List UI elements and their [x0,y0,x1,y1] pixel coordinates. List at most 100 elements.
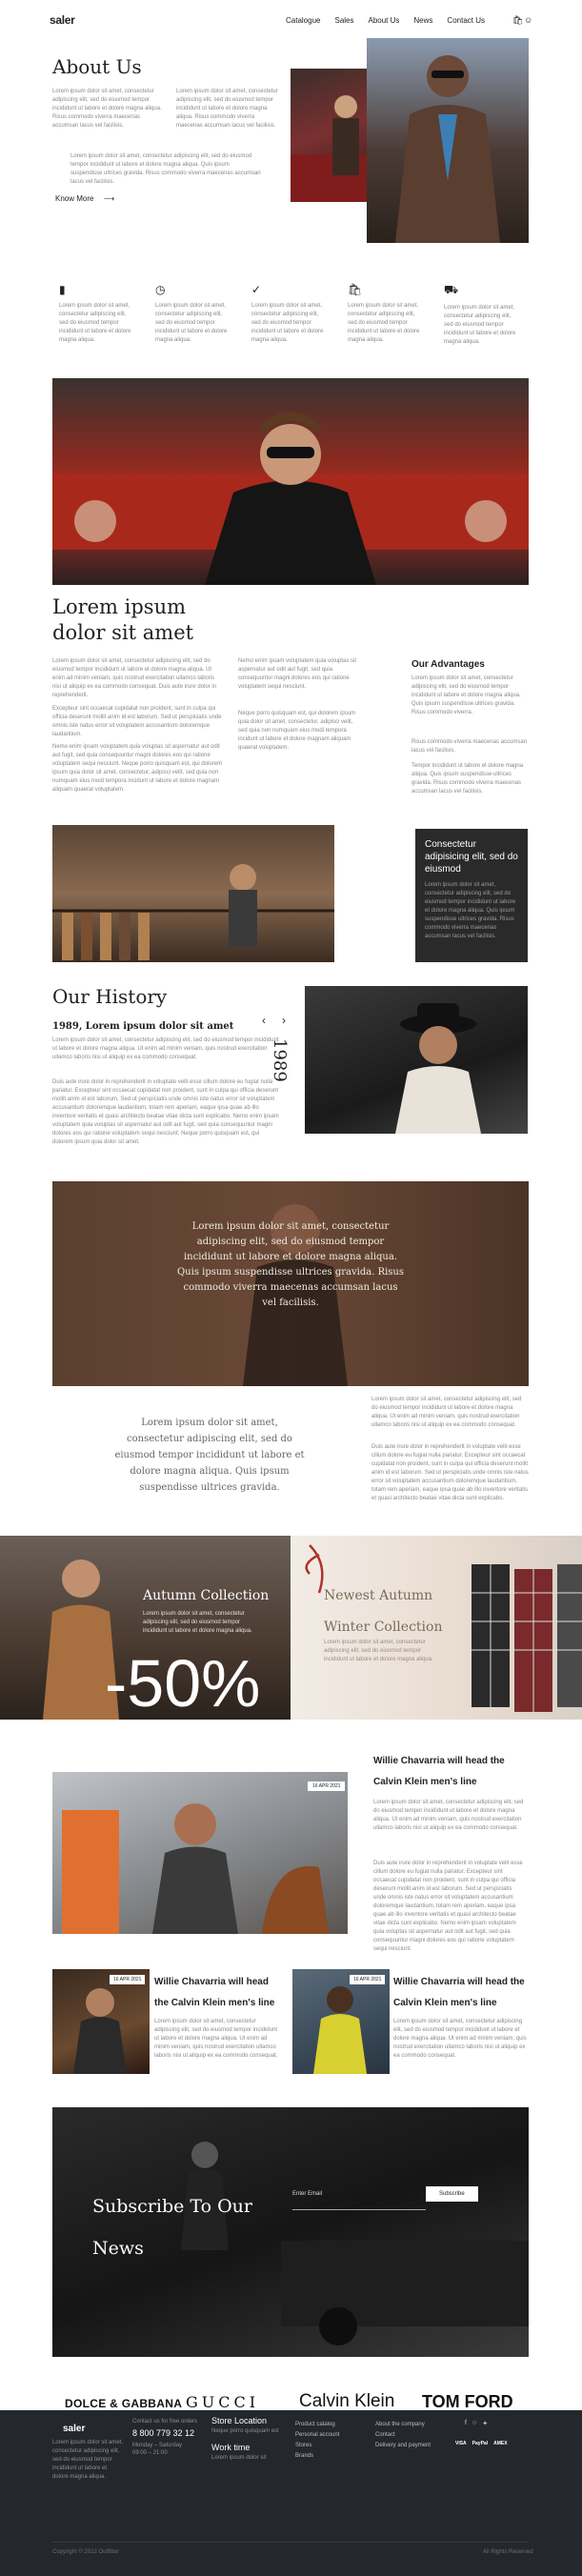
quote-right-p2: Duis aute irure dolor in reprehenderit i… [371,1444,529,1501]
footer-link-contact[interactable]: Contact [375,2430,431,2441]
winter-text: Lorem ipsum dolor sit amet, consectetur … [324,1640,433,1662]
news-card-text: Lorem ipsum dolor sit amet, consectetur … [154,2019,278,2059]
visa-icon: VISA [455,2441,467,2446]
site-footer: saler Lorem ipsum dolor sit amet, consec… [0,2410,582,2576]
brand-gucci[interactable]: GUCCI [186,2393,259,2411]
main-nav: Catalogue Sales About Us News Contact Us [286,16,485,25]
quote-banner: Lorem ipsum dolor sit amet, consectetur … [52,1181,529,1386]
social-icons: f ○ ✦ [465,2420,488,2427]
footer-link-brands[interactable]: Brands [295,2451,339,2462]
winter-collection-banner[interactable]: Newest Autumn Winter Collection Lorem ip… [291,1536,582,1720]
autumn-title: Autumn Collection [143,1588,270,1603]
news-card-date: 16 APR 2021 [350,1975,386,1984]
nav-news[interactable]: News [413,16,432,25]
history-subtitle: 1989, Lorem ipsum dolor sit amet [52,1021,234,1032]
brand-dolce-gabbana[interactable]: DOLCE & GABBANA [65,2397,182,2410]
quote-right-p1: Lorem ipsum dolor sit amet, consectetur … [371,1397,522,1428]
about-title: About Us [52,55,142,78]
news-card-title[interactable]: Willie Chavarria will head the Calvin Kl… [154,1972,283,2014]
logo[interactable]: saler [50,13,75,27]
badge-icon: ✓ [251,283,262,296]
lorem-col2-p2: Neque porro quisquam est, qui dolorem ip… [238,711,356,751]
know-more-label: Know More [55,194,94,203]
nav-catalogue[interactable]: Catalogue [286,16,320,25]
bag-icon[interactable]: 🛍 [512,15,523,26]
news-main-photo[interactable]: 16 APR 2021 [52,1772,348,1934]
winter-title-2: Winter Collection [324,1620,443,1635]
about-photo-coat [367,38,529,243]
nav-contact-us[interactable]: Contact Us [447,16,485,25]
footer-links-1: Product catalog Personal account Stores … [295,2420,339,2462]
footer-work-label: Work time [211,2443,251,2452]
news-card-illustration [313,1986,367,2074]
instagram-icon[interactable]: ○ [472,2420,476,2427]
brand-calvin-klein[interactable]: Calvin Klein [299,2391,394,2412]
footer-link-stores[interactable]: Stores [295,2441,339,2451]
news-card-photo[interactable]: 16 APR 2021 [292,1969,390,2074]
arrow-right-icon: ⟶ [103,194,115,203]
history-year: 1989 [270,1038,290,1082]
payment-icons: VISA PayPal AMEX [455,2441,508,2446]
brand-tom-ford[interactable]: TOM FORD [422,2392,513,2412]
nav-sales[interactable]: Sales [334,16,353,25]
footer-link-product-catalog[interactable]: Product catalog [295,2420,339,2430]
twitter-icon[interactable]: ✦ [482,2420,488,2427]
news-main-p1: Lorem ipsum dolor sit amet, consectetur … [373,1800,524,1831]
history-p1: Lorem ipsum dolor sit amet, consectetur … [52,1037,279,1060]
history-photo [305,986,528,1134]
truck-icon: ⛟ [444,283,459,296]
facebook-icon[interactable]: f [465,2420,467,2427]
subscribe-illustration [181,2142,529,2345]
autumn-collection-banner[interactable]: Autumn Collection Lorem ipsum dolor sit … [0,1536,291,1720]
advantages-p2: Risus commodo viverra maecenas accumsan … [411,739,528,754]
dark-info-box: Consectetur adipisicing elit, sed do eiu… [415,829,528,962]
advantages-title: Our Advantages [411,659,485,670]
about-paragraph-2: Lorem ipsum dolor sit amet, consectetur … [176,89,278,129]
footer-link-delivery[interactable]: Delivery and payment [375,2441,431,2451]
user-icon[interactable]: ☺ [524,15,532,25]
news-main-title[interactable]: Willie Chavarria will head the Calvin Kl… [373,1751,526,1793]
about-paragraph-3: Lorem ipsum dolor sit amet, consectetur … [70,153,261,185]
footer-link-about-company[interactable]: About the company [375,2420,431,2430]
site-header: saler Catalogue Sales About Us News Cont… [0,0,582,38]
feature-text: Lorem ipsum dolor sit amet, consectetur … [155,303,228,343]
feature-text: Lorem ipsum dolor sit amet, consectetur … [251,303,324,343]
footer-phone[interactable]: 8 800 779 32 12 [132,2428,194,2438]
feature-item: ✓ Lorem ipsum dolor sit amet, consectetu… [251,283,328,345]
news-card-photo[interactable]: 16 APR 2021 [52,1969,150,2074]
news-card-illustration [73,1988,127,2074]
news-card-text: Lorem ipsum dolor sit amet, consectetur … [393,2019,527,2059]
history-next-button[interactable]: › [282,1014,286,1027]
footer-logo[interactable]: saler [63,2424,85,2434]
lorem-col2-p1: Nemo enim ipsam voluptatem quia voluptas… [238,658,357,690]
dark-box-title: Consectetur adipisicing elit, sed do eiu… [425,839,518,875]
advantages-p3: Tempor incididunt ut labore et dolore ma… [411,763,524,795]
feature-item: ◷ Lorem ipsum dolor sit amet, consectetu… [155,283,231,345]
footer-store-address: Neque porro quisquam est [211,2428,279,2434]
feature-text: Lorem ipsum dolor sit amet, consectetur … [348,303,420,343]
store-photo [52,825,334,962]
know-more-link[interactable]: Know More ⟶ [55,194,114,203]
lorem-title: Lorem ipsum dolor sit amet [52,595,194,644]
footer-work-time: Lorem ipsum dolor sit [211,2455,267,2461]
about-paragraph-1: Lorem ipsum dolor sit amet, consectetur … [52,89,162,129]
history-title: Our History [52,985,168,1008]
news-card-title[interactable]: Willie Chavarria will head the Calvin Kl… [393,1972,527,2014]
footer-hours-2: 09:00 – 21:00 [132,2450,168,2456]
news-main-illustration [62,1803,329,1934]
news-main-p2: Duis aute irure dolor in reprehenderit i… [373,1861,523,1952]
footer-about: Lorem ipsum dolor sit amet, consectetur … [52,2440,124,2480]
news-main-date: 16 APR 2021 [308,1781,346,1791]
footer-rights: All Rights Reserved [483,2549,533,2555]
email-input[interactable] [292,2199,426,2210]
subscribe-title-2: News [92,2238,144,2259]
footer-store-label: Store Location [211,2416,268,2425]
nav-about-us[interactable]: About Us [369,16,400,25]
footer-link-personal-account[interactable]: Personal account [295,2430,339,2441]
feature-item: ▮ Lorem ipsum dolor sit amet, consectetu… [59,283,135,345]
history-prev-button[interactable]: ‹ [262,1014,266,1027]
card-icon: ▮ [59,283,66,296]
quote-text: Lorem ipsum dolor sit amet, consectetur … [114,1418,305,1493]
lorem-col1-p2: Excepteur sint occaecat cupidatat non pr… [52,706,222,737]
subscribe-button[interactable]: Subscribe [426,2186,478,2202]
